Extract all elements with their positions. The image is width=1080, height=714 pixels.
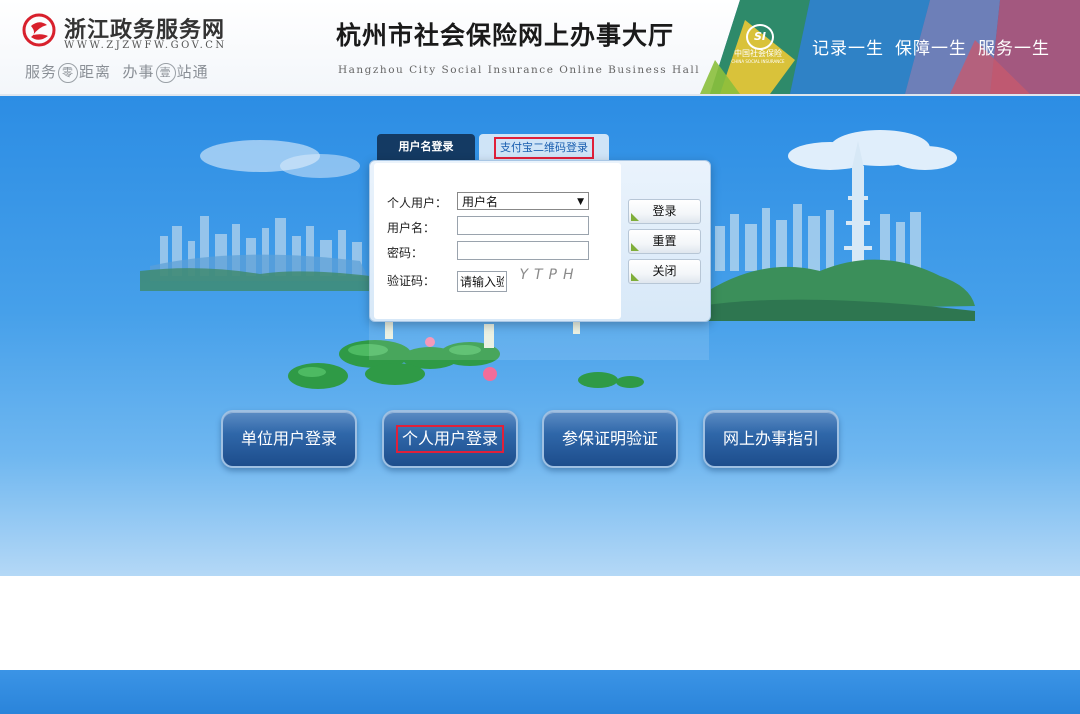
enterprise-user-login-button[interactable]: 单位用户登录 <box>221 410 357 468</box>
site-header: 浙江政务服务网 WWW.ZJZWFW.GOV.CN 服务零距离 办事壹站通 杭州… <box>0 0 1080 96</box>
si-logo-icon: SI <box>746 24 774 50</box>
password-label: 密码： <box>387 246 424 260</box>
corner-decoration-icon <box>631 213 639 221</box>
tab-username-login[interactable]: 用户名登录 <box>377 134 475 160</box>
close-button[interactable]: 关闭 <box>628 259 701 284</box>
slogan-record: 记录一生 <box>812 39 884 59</box>
chevron-down-icon: ▼ <box>577 197 584 207</box>
zhejiang-portal-logo-icon <box>22 13 56 47</box>
captcha-input[interactable] <box>457 271 507 292</box>
page-title: 杭州市社会保险网上办事大厅 <box>336 21 675 50</box>
password-input[interactable] <box>457 241 589 260</box>
portal-slogan: 服务零距离 办事壹站通 <box>25 63 209 83</box>
footer-bar <box>0 670 1080 714</box>
user-type-select[interactable]: 用户名 ▼ <box>457 192 589 210</box>
slogan-protect: 保障一生 <box>895 39 967 59</box>
personal-user-login-button[interactable]: 个人用户登录 <box>382 410 518 468</box>
online-service-guide-button[interactable]: 网上办事指引 <box>703 410 839 468</box>
personal-user-login-label: 个人用户登录 <box>395 425 504 453</box>
page-subtitle: Hangzhou City Social Insurance Online Bu… <box>338 64 701 76</box>
username-input[interactable] <box>457 216 589 235</box>
user-type-label: 个人用户： <box>387 196 448 210</box>
tab-alipay-qr-login[interactable]: 支付宝二维码登录 <box>479 134 609 160</box>
captcha-image[interactable]: YTPH <box>512 262 587 288</box>
captcha-label: 验证码： <box>387 274 436 288</box>
username-label: 用户名： <box>387 221 436 235</box>
slogan-service: 服务一生 <box>978 39 1050 59</box>
content-band <box>0 576 1080 670</box>
reset-button[interactable]: 重置 <box>628 229 701 254</box>
insurance-certificate-verify-button[interactable]: 参保证明验证 <box>542 410 678 468</box>
login-button[interactable]: 登录 <box>628 199 701 224</box>
portal-url: WWW.ZJZWFW.GOV.CN <box>64 40 227 51</box>
social-insurance-logo: SI 中国社会保险 CHINA SOCIAL INSURANCE <box>728 24 788 68</box>
tab-alipay-qr-login-label: 支付宝二维码登录 <box>494 137 594 159</box>
corner-decoration-icon <box>631 273 639 281</box>
corner-decoration-icon <box>631 243 639 251</box>
header-slogans: 记录一生 保障一生 服务一生 <box>812 34 1061 59</box>
